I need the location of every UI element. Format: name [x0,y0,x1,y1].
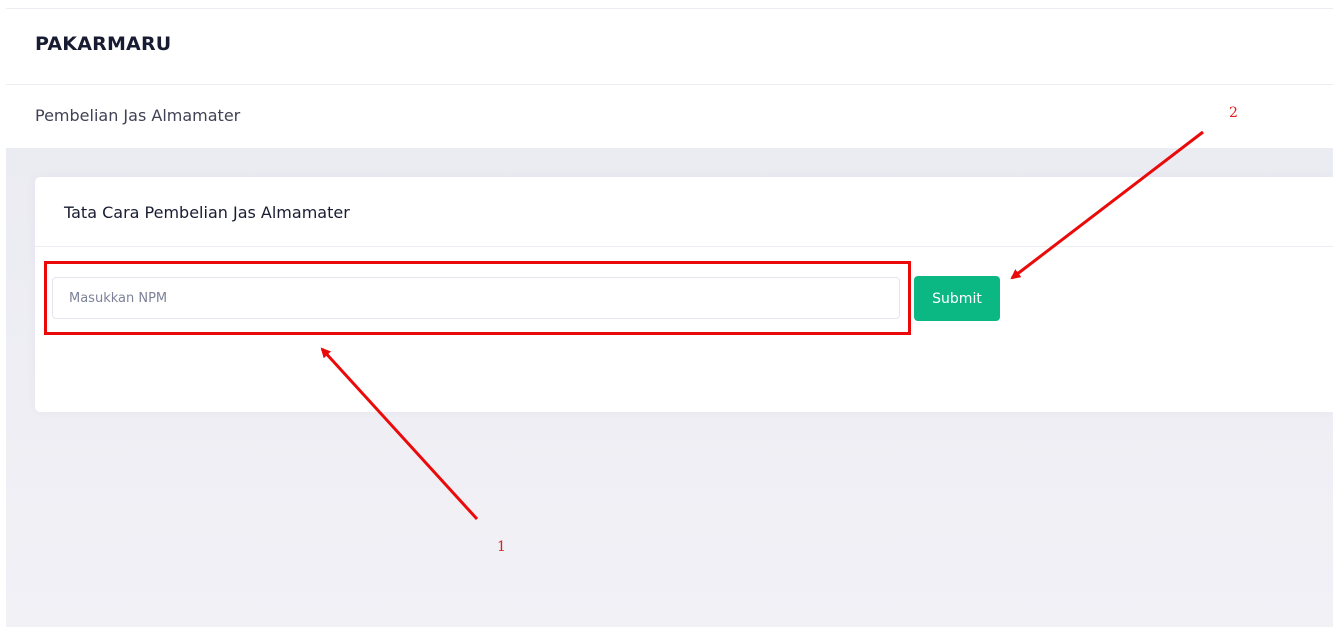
callout-number-2: 2 [1229,105,1238,121]
top-border [6,8,1333,9]
page-title: Pembelian Jas Almamater [35,106,241,125]
submit-button[interactable]: Submit [914,276,1000,321]
card-title: Tata Cara Pembelian Jas Almamater [64,203,350,222]
card-divider [35,246,1333,247]
page: PAKARMARU Pembelian Jas Almamater Tata C… [0,0,1333,627]
npm-input[interactable] [52,277,900,319]
header-divider [6,84,1333,85]
app-brand[interactable]: PAKARMARU [35,33,171,55]
callout-number-1: 1 [497,539,506,555]
